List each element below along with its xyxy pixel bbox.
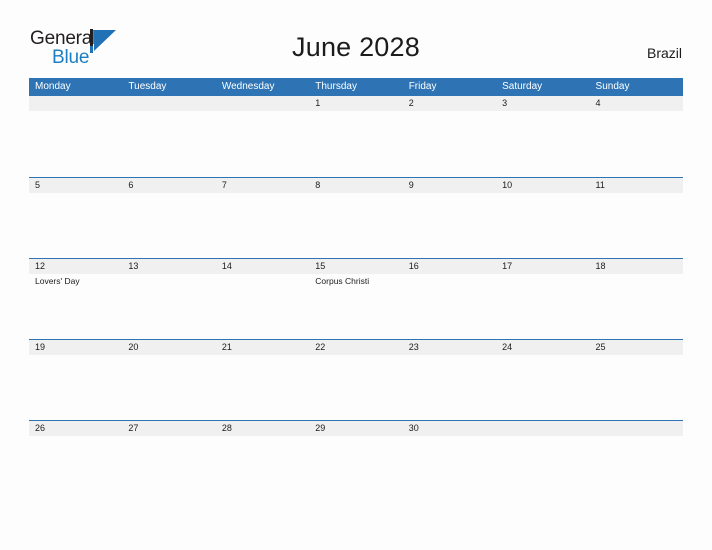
day-number[interactable]: 8	[309, 178, 402, 193]
week-event-band: Lovers' Day Corpus Christi	[29, 274, 683, 339]
day-event[interactable]	[496, 355, 589, 420]
weekday-header-tuesday: Tuesday	[128, 81, 167, 92]
day-number[interactable]: 21	[216, 340, 309, 355]
weekday-header-monday: Monday	[35, 81, 71, 92]
day-event[interactable]	[403, 436, 496, 501]
day-event[interactable]	[403, 274, 496, 339]
day-event[interactable]	[590, 111, 683, 176]
day-number[interactable]: 13	[122, 259, 215, 274]
day-event[interactable]	[122, 355, 215, 420]
day-event[interactable]	[29, 193, 122, 258]
weekday-header-friday: Friday	[408, 81, 437, 92]
day-event[interactable]	[216, 111, 309, 176]
page-title: June 2028	[292, 32, 420, 62]
day-number[interactable]: 29	[309, 421, 402, 436]
day-number[interactable]: 19	[29, 340, 122, 355]
day-number[interactable]: 25	[590, 340, 683, 355]
day-event[interactable]	[403, 111, 496, 176]
country-label: Brazil	[646, 45, 682, 61]
day-event[interactable]: Lovers' Day	[29, 274, 122, 339]
day-event[interactable]	[590, 193, 683, 258]
week-row: 19 20 21 22 23 24 25	[29, 339, 683, 420]
day-number[interactable]: 15	[309, 259, 402, 274]
week-row: 5 6 7 8 9 10 11	[29, 177, 683, 258]
week-row: 1 2 3 4	[29, 96, 683, 177]
day-event[interactable]	[216, 436, 309, 501]
day-number[interactable]: 17	[496, 259, 589, 274]
day-number[interactable]: 3	[496, 96, 589, 111]
day-number[interactable]: 1	[309, 96, 402, 111]
day-number[interactable]: 10	[496, 178, 589, 193]
day-event[interactable]	[216, 355, 309, 420]
day-event[interactable]	[590, 274, 683, 339]
day-event[interactable]: Corpus Christi	[309, 274, 402, 339]
week-event-band	[29, 355, 683, 420]
day-event[interactable]	[496, 436, 589, 501]
day-number[interactable]: 9	[403, 178, 496, 193]
day-event[interactable]	[590, 436, 683, 501]
day-event[interactable]	[29, 436, 122, 501]
day-event[interactable]	[122, 111, 215, 176]
week-row: 12 13 14 15 16 17 18 Lovers' Day Corpus …	[29, 258, 683, 339]
day-number[interactable]: 7	[216, 178, 309, 193]
weekday-header-sunday: Sunday	[595, 81, 630, 92]
week-date-band: 12 13 14 15 16 17 18	[29, 259, 683, 274]
week-date-band: 1 2 3 4	[29, 96, 683, 111]
weekday-header-row: Monday Tuesday Wednesday Thursday Friday…	[29, 78, 683, 96]
day-number[interactable]: 11	[590, 178, 683, 193]
weekday-header-saturday: Saturday	[502, 81, 543, 92]
day-number[interactable]: 12	[29, 259, 122, 274]
day-event[interactable]	[216, 274, 309, 339]
day-event[interactable]	[403, 355, 496, 420]
day-event[interactable]	[29, 355, 122, 420]
day-number[interactable]	[590, 421, 683, 436]
week-row: 26 27 28 29 30	[29, 420, 683, 501]
week-date-band: 19 20 21 22 23 24 25	[29, 340, 683, 355]
day-event[interactable]	[309, 193, 402, 258]
day-number[interactable]: 4	[590, 96, 683, 111]
day-number[interactable]: 14	[216, 259, 309, 274]
day-number[interactable]: 22	[309, 340, 402, 355]
day-number[interactable]: 24	[496, 340, 589, 355]
day-number[interactable]	[496, 421, 589, 436]
day-number[interactable]: 26	[29, 421, 122, 436]
week-event-band	[29, 193, 683, 258]
day-event[interactable]	[309, 436, 402, 501]
day-number[interactable]	[122, 96, 215, 111]
day-number[interactable]: 23	[403, 340, 496, 355]
calendar-grid: Monday Tuesday Wednesday Thursday Friday…	[29, 78, 683, 501]
week-date-band: 5 6 7 8 9 10 11	[29, 178, 683, 193]
day-number[interactable]: 6	[122, 178, 215, 193]
day-number[interactable]: 18	[590, 259, 683, 274]
day-event[interactable]	[496, 111, 589, 176]
day-number[interactable]: 28	[216, 421, 309, 436]
page-header: General Blue June 2028 Brazil	[0, 0, 712, 76]
day-event[interactable]	[122, 274, 215, 339]
day-number[interactable]: 27	[122, 421, 215, 436]
day-event[interactable]	[403, 193, 496, 258]
day-number[interactable]: 5	[29, 178, 122, 193]
week-event-band	[29, 436, 683, 501]
day-number[interactable]	[216, 96, 309, 111]
day-event[interactable]	[590, 355, 683, 420]
day-event[interactable]	[122, 193, 215, 258]
day-event[interactable]	[496, 274, 589, 339]
day-number[interactable]: 2	[403, 96, 496, 111]
day-event[interactable]	[309, 111, 402, 176]
day-event[interactable]	[496, 193, 589, 258]
calendar-page: General Blue June 2028 Brazil Monday Tue…	[0, 0, 712, 550]
week-event-band	[29, 111, 683, 176]
weekday-header-wednesday: Wednesday	[221, 81, 275, 92]
day-event[interactable]	[216, 193, 309, 258]
day-number[interactable]	[29, 96, 122, 111]
day-number[interactable]: 30	[403, 421, 496, 436]
week-date-band: 26 27 28 29 30	[29, 421, 683, 436]
day-event[interactable]	[309, 355, 402, 420]
weekday-header-thursday: Thursday	[315, 81, 357, 92]
day-number[interactable]: 20	[122, 340, 215, 355]
day-event[interactable]	[122, 436, 215, 501]
day-event[interactable]	[29, 111, 122, 176]
day-number[interactable]: 16	[403, 259, 496, 274]
